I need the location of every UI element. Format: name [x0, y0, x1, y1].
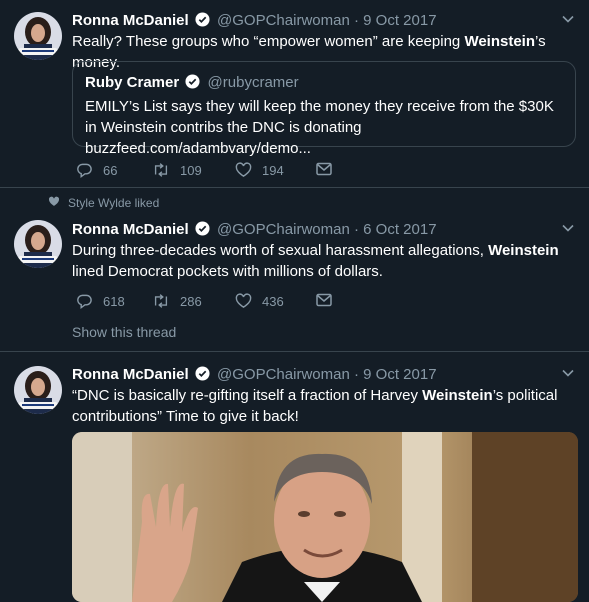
timestamp[interactable]: 9 Oct 2017 [363, 366, 436, 383]
tweet[interactable]: Style Wylde liked Ronna McDaniel @GOPCha… [0, 188, 589, 352]
reply-count: 618 [103, 294, 125, 309]
dm-icon [316, 293, 332, 307]
like-icon [235, 162, 252, 178]
show-thread-link[interactable]: Show this thread [72, 324, 176, 340]
handle[interactable]: @GOPChairwoman [217, 366, 350, 383]
timestamp[interactable]: 9 Oct 2017 [363, 12, 436, 29]
quoted-tweet[interactable]: Ruby Cramer @rubycramer EMILY’s List say… [72, 61, 576, 157]
retweet-icon [152, 162, 170, 178]
verified-icon [195, 366, 210, 385]
timestamp[interactable]: 6 Oct 2017 [363, 221, 436, 238]
like-count: 194 [262, 162, 284, 178]
social-context: Style Wylde liked [48, 196, 159, 210]
like-button[interactable]: 436 [235, 293, 284, 309]
like-button[interactable]: 194 [235, 162, 284, 178]
quote-display-name: Ruby Cramer [85, 74, 180, 91]
quote-header: Ruby Cramer @rubycramer [85, 74, 299, 93]
like-count: 436 [262, 293, 284, 309]
avatar[interactable] [14, 220, 62, 268]
liked-by-text[interactable]: Style Wylde liked [68, 196, 159, 210]
avatar[interactable] [14, 366, 62, 414]
avatar[interactable] [14, 12, 62, 60]
tweet-media-photo[interactable] [72, 432, 578, 602]
tweet-actions: 66 109 194 [72, 162, 372, 182]
retweet-count: 109 [180, 162, 202, 178]
display-name[interactable]: Ronna McDaniel [72, 366, 189, 383]
heart-icon [48, 196, 60, 210]
quote-text: EMILY’s List says they will keep the mon… [85, 98, 554, 157]
display-name[interactable]: Ronna McDaniel [72, 12, 189, 29]
dm-button[interactable] [316, 293, 332, 307]
reply-icon [76, 162, 93, 179]
tweet-text: “DNC is basically re-gifting itself a fr… [72, 387, 558, 425]
tweet-text: During three-decades worth of sexual har… [72, 242, 559, 280]
verified-icon [195, 221, 210, 240]
tweet-header: Ronna McDaniel @GOPChairwoman · 9 Oct 20… [72, 12, 437, 31]
reply-count: 66 [103, 163, 118, 178]
tweet-actions: 618 286 436 [72, 293, 372, 313]
retweet-button[interactable]: 286 [152, 293, 202, 309]
chevron-down-icon[interactable] [561, 221, 575, 240]
handle[interactable]: @GOPChairwoman [217, 221, 350, 238]
retweet-button[interactable]: 109 [152, 162, 202, 178]
dm-button[interactable] [316, 162, 332, 176]
reply-icon [76, 293, 93, 310]
quote-handle: @rubycramer [207, 74, 299, 91]
retweet-count: 286 [180, 293, 202, 309]
display-name[interactable]: Ronna McDaniel [72, 221, 189, 238]
tweet[interactable]: Ronna McDaniel @GOPChairwoman · 9 Oct 20… [0, 0, 589, 188]
dm-icon [316, 162, 332, 176]
chevron-down-icon[interactable] [561, 12, 575, 31]
like-icon [235, 293, 252, 309]
chevron-down-icon[interactable] [561, 366, 575, 385]
tweet-header: Ronna McDaniel @GOPChairwoman · 6 Oct 20… [72, 221, 437, 240]
reply-button[interactable]: 618 [76, 293, 125, 310]
verified-icon [195, 12, 210, 31]
retweet-icon [152, 293, 170, 309]
tweet-header: Ronna McDaniel @GOPChairwoman · 9 Oct 20… [72, 366, 437, 385]
verified-icon [185, 74, 200, 93]
reply-button[interactable]: 66 [76, 162, 117, 179]
tweet[interactable]: Ronna McDaniel @GOPChairwoman · 9 Oct 20… [0, 352, 589, 602]
handle[interactable]: @GOPChairwoman [217, 12, 350, 29]
